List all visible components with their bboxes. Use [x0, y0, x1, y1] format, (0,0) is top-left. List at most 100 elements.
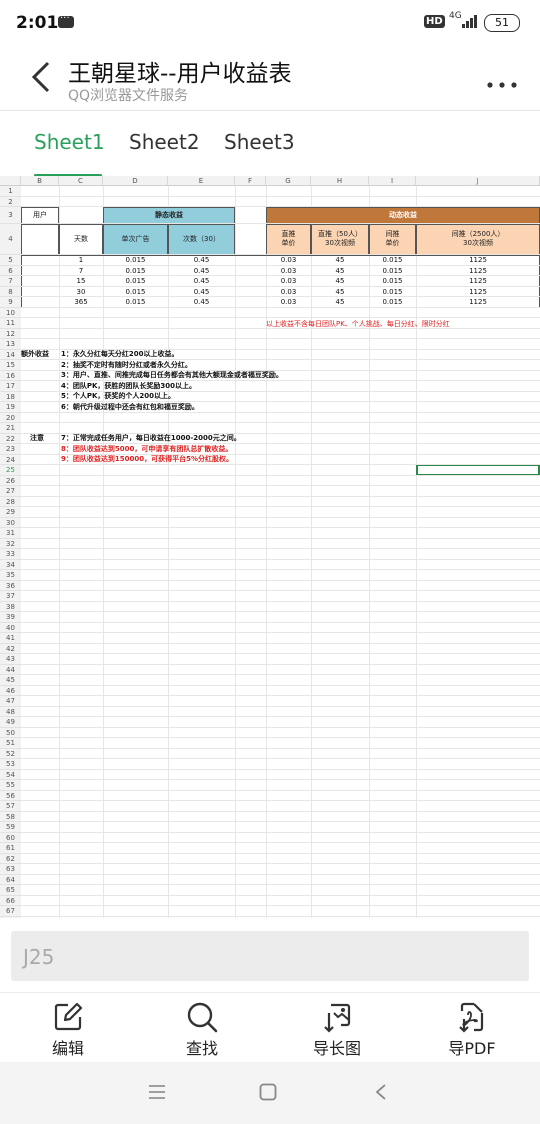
row-number[interactable]: 52 — [0, 748, 21, 759]
row-number[interactable]: 34 — [0, 559, 21, 570]
table-cell[interactable]: 0.45 — [168, 287, 235, 297]
column-header[interactable]: I — [369, 176, 416, 186]
tab-sheet3[interactable]: Sheet3 — [224, 130, 295, 154]
column-header[interactable]: B — [21, 176, 59, 186]
table-cell[interactable]: 45 — [311, 266, 369, 276]
back-icon[interactable] — [374, 1083, 388, 1101]
row-number[interactable]: 18 — [0, 391, 21, 402]
table-cell[interactable]: 0.45 — [168, 255, 235, 265]
row-number[interactable]: 14 — [0, 349, 21, 360]
row-number[interactable]: 42 — [0, 643, 21, 654]
row-number[interactable]: 36 — [0, 580, 21, 591]
tab-sheet1[interactable]: Sheet1 — [34, 130, 105, 154]
table-cell[interactable]: 0.015 — [103, 287, 168, 297]
row-number[interactable]: 62 — [0, 853, 21, 864]
table-cell[interactable]: 0.45 — [168, 266, 235, 276]
row-number[interactable]: 29 — [0, 507, 21, 518]
row-number[interactable]: 10 — [0, 307, 21, 318]
row-number[interactable]: 46 — [0, 685, 21, 696]
table-cell[interactable]: 0.45 — [168, 297, 235, 307]
row-number[interactable]: 41 — [0, 633, 21, 644]
spreadsheet-grid[interactable]: B C D E F G H I J 静态收益 单次广告 次数（30） 动态收益 … — [0, 176, 540, 918]
table-cell[interactable]: 1 — [59, 255, 103, 265]
table-cell[interactable]: 0.015 — [103, 255, 168, 265]
row-number[interactable]: 47 — [0, 696, 21, 707]
cell-reference-box[interactable]: J25 — [11, 931, 529, 981]
row-number[interactable]: 2 — [0, 196, 21, 207]
row-number[interactable]: 1 — [0, 186, 21, 197]
row-number[interactable]: 16 — [0, 370, 21, 381]
table-cell[interactable]: 0.45 — [168, 276, 235, 286]
table-cell[interactable]: 1125 — [416, 276, 540, 286]
row-number[interactable]: 49 — [0, 717, 21, 728]
table-cell[interactable]: 0.015 — [103, 266, 168, 276]
row-number[interactable]: 3 — [0, 207, 21, 224]
row-number[interactable]: 25 — [0, 465, 21, 476]
row-number[interactable]: 66 — [0, 895, 21, 906]
row-number[interactable]: 15 — [0, 360, 21, 371]
row-number[interactable]: 23 — [0, 444, 21, 455]
row-number[interactable]: 33 — [0, 549, 21, 560]
table-cell[interactable]: 1125 — [416, 266, 540, 276]
tab-sheet2[interactable]: Sheet2 — [129, 130, 200, 154]
table-cell[interactable]: 0.015 — [369, 287, 416, 297]
table-cell[interactable]: 0.03 — [266, 276, 311, 286]
row-number[interactable]: 27 — [0, 486, 21, 497]
column-header-selected[interactable]: J — [416, 176, 540, 186]
row-number[interactable]: 64 — [0, 874, 21, 885]
table-cell[interactable]: 0.03 — [266, 287, 311, 297]
table-cell[interactable]: 45 — [311, 297, 369, 307]
table-cell[interactable]: 0.015 — [369, 266, 416, 276]
row-number[interactable]: 30 — [0, 517, 21, 528]
row-number[interactable]: 32 — [0, 538, 21, 549]
row-number[interactable]: 5 — [0, 255, 21, 266]
export-long-image-button[interactable]: 导长图 — [287, 997, 387, 1058]
row-number[interactable]: 13 — [0, 339, 21, 350]
table-cell[interactable]: 1125 — [416, 287, 540, 297]
home-icon[interactable] — [259, 1083, 277, 1101]
row-number[interactable]: 40 — [0, 622, 21, 633]
row-number[interactable]: 43 — [0, 654, 21, 665]
row-number[interactable]: 44 — [0, 664, 21, 675]
table-cell[interactable]: 1125 — [416, 297, 540, 307]
column-header[interactable]: F — [235, 176, 266, 186]
row-number[interactable]: 56 — [0, 790, 21, 801]
row-number[interactable]: 22 — [0, 433, 21, 444]
row-number[interactable]: 53 — [0, 759, 21, 770]
row-number[interactable]: 51 — [0, 738, 21, 749]
row-number[interactable]: 20 — [0, 412, 21, 423]
row-number[interactable]: 68 — [0, 916, 21, 918]
row-number[interactable]: 11 — [0, 318, 21, 329]
row-number[interactable]: 24 — [0, 454, 21, 465]
row-number[interactable]: 45 — [0, 675, 21, 686]
table-cell[interactable]: 0.015 — [103, 297, 168, 307]
row-number[interactable]: 48 — [0, 706, 21, 717]
table-cell[interactable]: 0.015 — [369, 276, 416, 286]
row-number[interactable]: 17 — [0, 381, 21, 392]
row-number[interactable]: 50 — [0, 727, 21, 738]
row-number[interactable]: 19 — [0, 402, 21, 413]
row-number[interactable]: 6 — [0, 265, 21, 276]
row-number[interactable]: 65 — [0, 885, 21, 896]
column-header[interactable]: G — [266, 176, 311, 186]
export-pdf-button[interactable]: 导PDF — [422, 997, 522, 1058]
row-number[interactable]: 37 — [0, 591, 21, 602]
edit-button[interactable]: 编辑 — [18, 997, 118, 1058]
row-number[interactable]: 21 — [0, 423, 21, 434]
row-number[interactable]: 38 — [0, 601, 21, 612]
row-number[interactable]: 59 — [0, 822, 21, 833]
row-number[interactable]: 31 — [0, 528, 21, 539]
row-number[interactable]: 4 — [0, 224, 21, 255]
row-number[interactable]: 67 — [0, 906, 21, 917]
row-number[interactable]: 63 — [0, 864, 21, 875]
search-button[interactable]: 查找 — [152, 997, 252, 1058]
table-cell[interactable]: 0.015 — [369, 255, 416, 265]
row-number[interactable]: 8 — [0, 286, 21, 297]
row-number[interactable]: 35 — [0, 570, 21, 581]
table-cell[interactable]: 0.015 — [103, 276, 168, 286]
row-number[interactable]: 55 — [0, 780, 21, 791]
table-cell[interactable]: 7 — [59, 266, 103, 276]
menu-icon[interactable] — [148, 1084, 166, 1100]
row-number[interactable]: 7 — [0, 276, 21, 287]
table-cell[interactable]: 45 — [311, 276, 369, 286]
